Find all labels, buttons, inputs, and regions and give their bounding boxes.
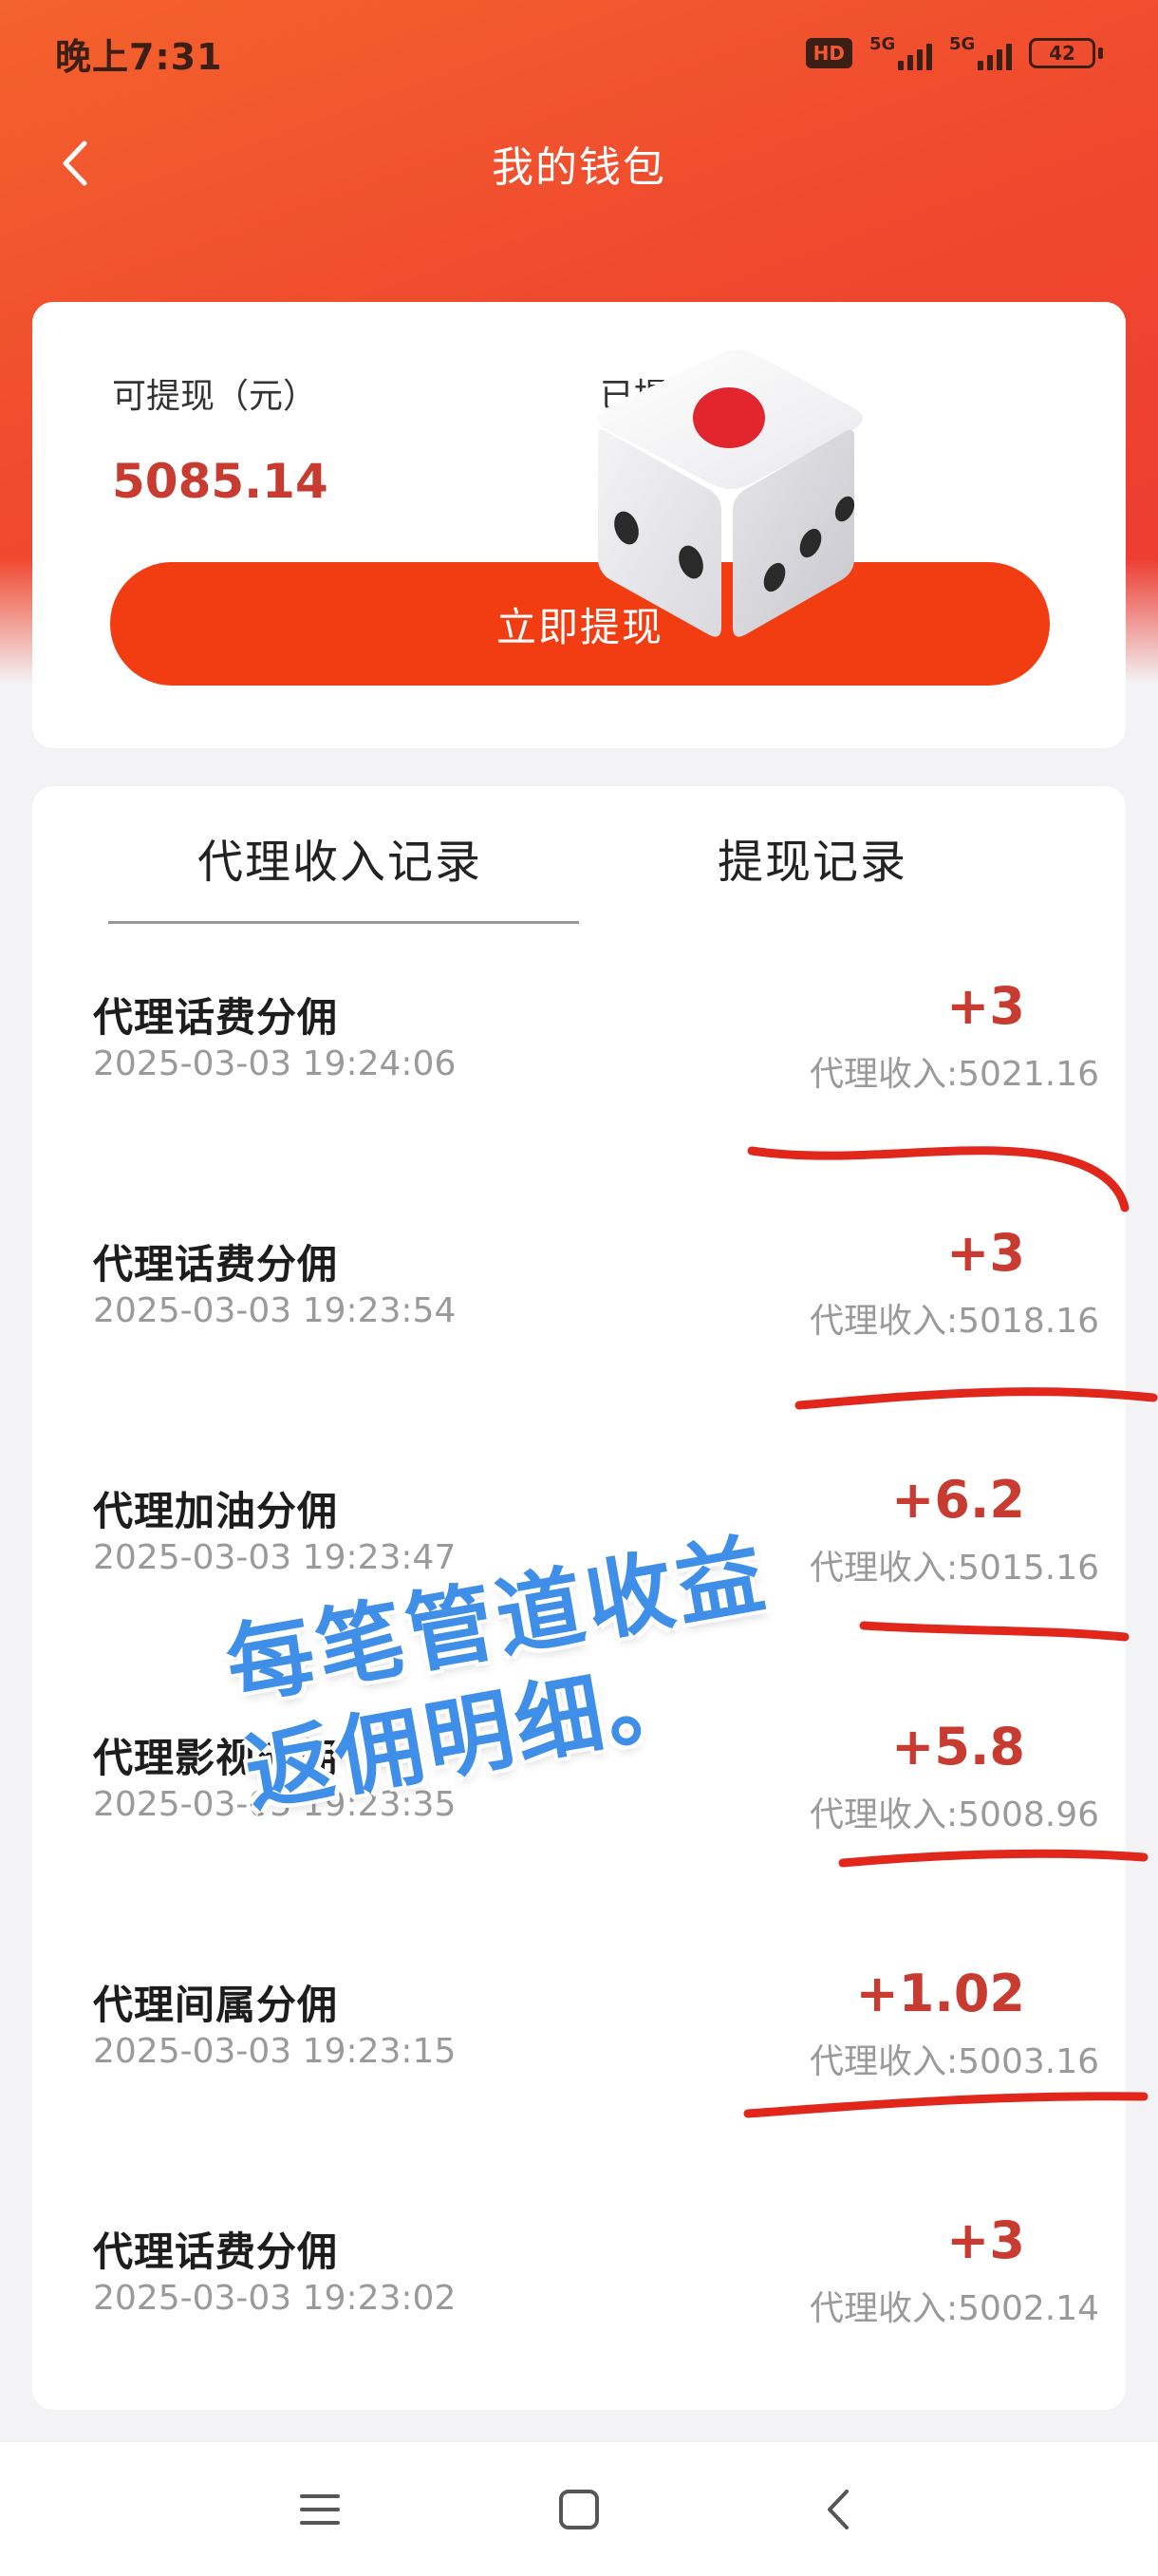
system-nav-bar (0, 2442, 1158, 2576)
record-title: 代理话费分佣 (93, 2228, 339, 2275)
record-amount: +3 (946, 2210, 1025, 2270)
status-icons: HD 5G 5G 42 (805, 34, 1103, 70)
record-title: 代理话费分佣 (93, 994, 339, 1041)
list-item[interactable]: 代理话费分佣 2025-03-03 19:24:06 +3 代理收入:5021.… (32, 976, 1126, 1232)
hd-badge: HD (805, 38, 852, 68)
record-time: 2025-03-03 19:24:06 (93, 1044, 457, 1083)
status-bar: 晚上7:31 HD 5G 5G 42 (0, 0, 1158, 106)
record-income: 代理收入:5018.16 (810, 1302, 1099, 1341)
list-item[interactable]: 代理间属分佣 2025-03-03 19:23:15 +1.02 代理收入:50… (32, 1964, 1126, 2220)
record-income: 代理收入:5021.16 (810, 1055, 1099, 1094)
record-income: 代理收入:5003.16 (810, 2042, 1099, 2081)
record-time: 2025-03-03 19:23:54 (93, 1291, 457, 1330)
list-item[interactable]: 代理话费分佣 2025-03-03 19:23:02 +3 代理收入:5002.… (32, 2210, 1126, 2467)
record-amount: +1.02 (855, 1964, 1025, 2023)
record-amount: +5.8 (891, 1717, 1025, 1777)
menu-icon[interactable] (287, 2476, 353, 2543)
signal-icon: 5G (949, 34, 1012, 70)
back-triangle-icon[interactable] (805, 2476, 871, 2543)
back-button[interactable] (47, 137, 101, 190)
tab-agent-income[interactable]: 代理收入记录 (197, 824, 482, 891)
record-amount: +6.2 (891, 1470, 1025, 1530)
list-item[interactable]: 代理话费分佣 2025-03-03 19:23:54 +3 代理收入:5018.… (32, 1223, 1126, 1479)
withdrawable-label: 可提现（元） (112, 377, 318, 416)
record-income: 代理收入:5008.96 (810, 1796, 1099, 1834)
page-title: 我的钱包 (492, 143, 666, 192)
signal-icon: 5G (869, 34, 932, 70)
home-square-icon[interactable] (546, 2476, 612, 2543)
tab-withdraw-records[interactable]: 提现记录 (718, 824, 907, 891)
record-time: 2025-03-03 19:23:47 (93, 1538, 457, 1577)
record-time: 2025-03-03 19:23:02 (93, 2279, 457, 2318)
record-title: 代理间属分佣 (93, 1982, 339, 2028)
battery-level: 42 (1029, 38, 1095, 68)
chevron-left-icon (63, 141, 87, 186)
withdrawable-amount: 5085.14 (112, 454, 328, 509)
record-title: 代理加油分佣 (93, 1488, 339, 1534)
record-title: 代理话费分佣 (93, 1241, 339, 1288)
active-tab-indicator (108, 921, 579, 924)
status-time: 晚上7:31 (55, 35, 223, 78)
record-income: 代理收入:5015.16 (810, 1549, 1099, 1588)
record-time: 2025-03-03 19:23:15 (93, 2032, 457, 2071)
record-amount: +3 (946, 976, 1025, 1036)
nav-bar: 我的钱包 (0, 106, 1158, 220)
record-income: 代理收入:5002.14 (810, 2289, 1099, 2328)
dice-sticker (597, 349, 863, 637)
battery-icon: 42 (1029, 38, 1103, 68)
record-amount: +3 (946, 1223, 1025, 1283)
